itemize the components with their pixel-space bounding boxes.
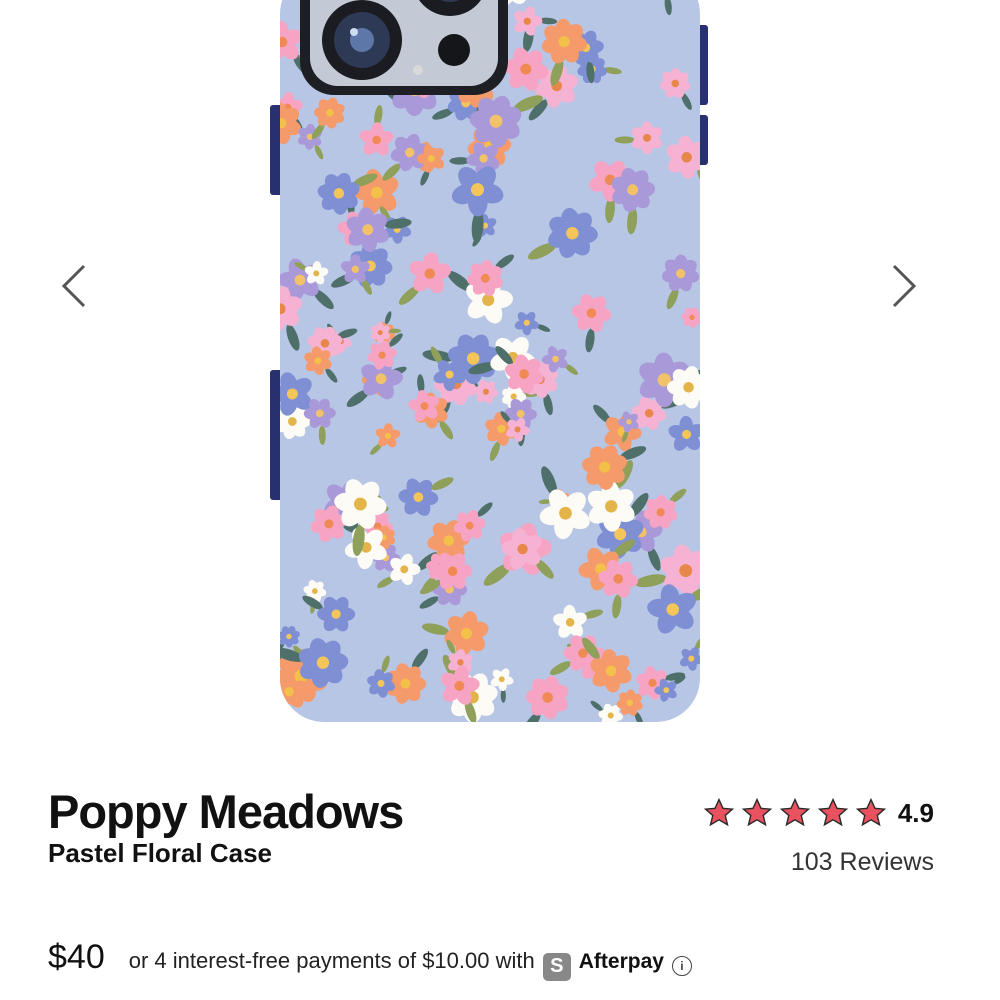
star-icon	[817, 797, 849, 827]
info-icon[interactable]: i	[671, 956, 692, 976]
price-row: $40 or 4 interest-free payments of $10.0…	[48, 938, 692, 981]
afterpay-logo-icon: S	[542, 952, 571, 981]
afterpay-name: Afterpay	[578, 950, 664, 973]
product-price: $40	[48, 938, 105, 976]
chevron-right-icon	[892, 264, 917, 308]
star-icon	[855, 797, 887, 827]
product-subtitle: Pastel Floral Case	[48, 838, 272, 868]
chevron-left-icon	[61, 264, 86, 308]
previous-image-button[interactable]	[46, 258, 102, 314]
star-icon	[779, 797, 811, 827]
installment-text: or 4 interest-free payments of $10.00 wi…	[128, 948, 535, 973]
star-icon	[741, 797, 773, 827]
product-image	[270, 0, 710, 725]
reviews-link[interactable]: 103 Reviews	[791, 848, 934, 877]
rating-summary[interactable]: 4.9	[702, 796, 934, 830]
star-icon	[703, 797, 735, 827]
next-image-button[interactable]	[876, 258, 932, 314]
rating-value: 4.9	[897, 797, 934, 828]
product-title: Poppy Meadows	[48, 785, 404, 838]
product-gallery	[0, 0, 1000, 740]
